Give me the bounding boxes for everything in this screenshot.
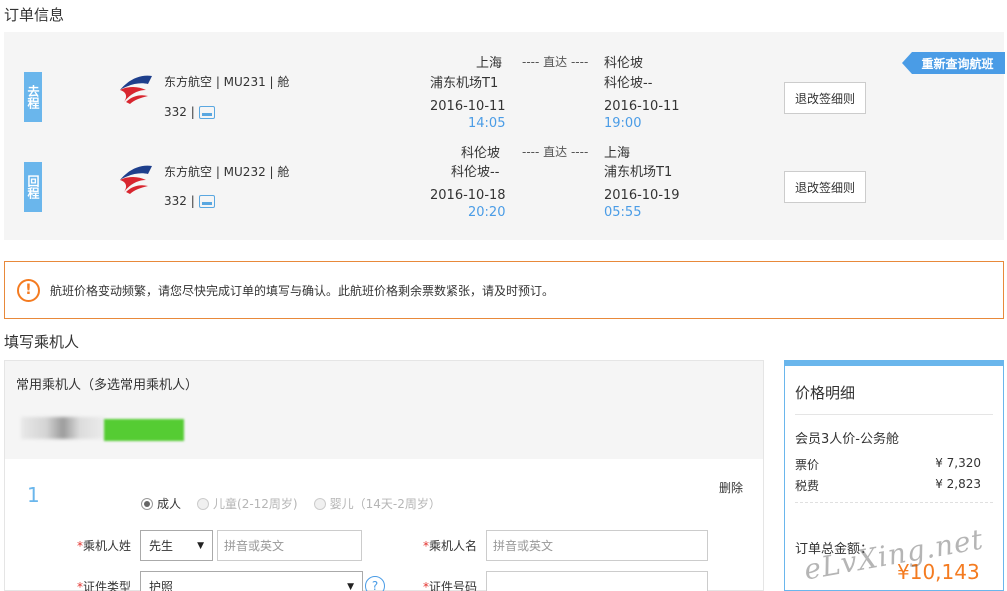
outbound-from-airport: 浦东机场T1: [430, 76, 499, 91]
tax-label: 税费: [795, 479, 820, 493]
outbound-aircraft-model: 332 |: [164, 105, 195, 119]
radio-dot[interactable]: [313, 497, 326, 510]
doc-number-label: *证件号码: [423, 578, 477, 591]
title-select-value: 先生: [149, 539, 174, 553]
surname-placeholder: 拼音或英文: [224, 539, 285, 553]
passenger-type-group: 成人 儿童(2-12周岁) 婴儿（14天-2周岁）: [141, 495, 441, 512]
divider: [795, 502, 993, 503]
type-infant-label: 婴儿（14天-2周岁）: [329, 497, 441, 511]
triangle-down-icon: ▼: [347, 581, 354, 591]
outbound-arrive-date: 2016-10-11: [604, 99, 680, 114]
outbound-to-city: 科伦坡: [604, 56, 644, 71]
exclamation-circle-icon: !: [17, 278, 40, 302]
type-adult-label: 成人: [157, 497, 182, 511]
doc-number-input[interactable]: [486, 571, 708, 591]
surname-input[interactable]: 拼音或英文: [217, 530, 362, 561]
price-title: 价格明细: [795, 384, 856, 402]
china-eastern-logo: [120, 165, 152, 194]
outbound-tag: 去程: [24, 72, 42, 122]
divider: [795, 414, 993, 415]
given-name-placeholder: 拼音或英文: [493, 539, 554, 553]
given-name-label: *乘机人名: [423, 537, 477, 554]
fare-type: 会员3人价-公务舱: [795, 432, 899, 447]
outbound-depart-date: 2016-10-11: [430, 99, 506, 114]
fare-label: 票价: [795, 458, 820, 472]
return-arrive-date: 2016-10-19: [604, 188, 680, 203]
return-to-airport: 浦东机场T1: [604, 165, 673, 180]
outbound-from-city: 上海: [476, 56, 503, 71]
return-aircraft: 332 |: [164, 194, 215, 208]
passenger-index: 1: [27, 483, 40, 507]
passenger-panel: 常用乘机人（多选常用乘机人） 1 删除 成人 儿童(2-12周岁) 婴儿（14天…: [4, 360, 764, 591]
type-child-label: 儿童(2-12周岁): [213, 497, 298, 511]
return-from-city: 科伦坡: [461, 146, 501, 161]
seat-icon: [198, 194, 215, 208]
given-name-input[interactable]: 拼音或英文: [486, 530, 708, 561]
fare-value: ¥ 7,320: [935, 456, 981, 470]
given-name-label-text: 乘机人名: [429, 539, 478, 553]
radio-dot[interactable]: [141, 497, 153, 510]
radio-dot[interactable]: [197, 497, 210, 510]
return-to-city: 上海: [604, 146, 631, 161]
outbound-arrive-time: 19:00: [604, 116, 642, 131]
outbound-to-airport: 科伦坡--: [604, 76, 653, 91]
price-warning: ! 航班价格变动频繁，请您尽快完成订单的填写与确认。此航班价格剩余票数紧张，请及…: [4, 261, 1004, 319]
outbound-direct: ---- 直达 ----: [522, 55, 589, 69]
price-detail-panel: 价格明细 会员3人价-公务舱 票价 ¥ 7,320 税费 ¥ 2,823 订单总…: [784, 360, 1004, 591]
warning-text: 航班价格变动频繁，请您尽快完成订单的填写与确认。此航班价格剩余票数紧张，请及时预…: [50, 283, 555, 298]
frequent-passengers-title: 常用乘机人（多选常用乘机人）: [16, 378, 199, 393]
doc-number-label-text: 证件号码: [429, 580, 478, 591]
outbound-airline: 东方航空 | MU231 | 舱: [164, 75, 290, 89]
return-rules-button[interactable]: 退改签细则: [784, 171, 866, 203]
requery-flights-button[interactable]: 重新查询航班: [902, 52, 1005, 74]
seat-icon: [198, 105, 215, 119]
outbound-depart-time: 14:05: [468, 116, 506, 131]
return-depart-time: 20:20: [468, 205, 506, 220]
frequent-passenger-chip[interactable]: [21, 417, 105, 439]
return-depart-date: 2016-10-18: [430, 188, 506, 203]
china-eastern-logo: [120, 75, 152, 104]
doc-type-select[interactable]: 护照 ▼: [140, 571, 363, 591]
fare-row: 票价 ¥ 7,320: [795, 456, 981, 473]
type-adult-radio[interactable]: 成人: [141, 495, 181, 512]
return-direct: ---- 直达 ----: [522, 145, 589, 159]
frequent-passenger-selected[interactable]: [104, 419, 184, 441]
outbound-rules-button[interactable]: 退改签细则: [784, 82, 866, 114]
passenger-section-title: 填写乘机人: [4, 333, 80, 351]
title-select[interactable]: 先生 ▼: [140, 530, 213, 561]
tax-row: 税费 ¥ 2,823: [795, 477, 981, 494]
return-from-airport: 科伦坡--: [451, 165, 500, 180]
order-info-title: 订单信息: [4, 6, 65, 24]
doc-type-select-value: 护照: [149, 580, 174, 591]
tax-value: ¥ 2,823: [935, 477, 981, 491]
return-tag: 回程: [24, 162, 42, 212]
doc-type-label-text: 证件类型: [83, 580, 132, 591]
type-infant-radio[interactable]: 婴儿（14天-2周岁）: [313, 495, 441, 512]
surname-label-text: 乘机人姓: [83, 539, 132, 553]
triangle-down-icon: ▼: [197, 540, 204, 551]
surname-label: *乘机人姓: [77, 537, 131, 554]
delete-passenger-button[interactable]: 删除: [719, 479, 743, 496]
doc-type-label: *证件类型: [77, 578, 131, 591]
question-circle-icon[interactable]: ?: [365, 576, 385, 591]
frequent-passengers: 常用乘机人（多选常用乘机人）: [5, 361, 763, 459]
type-child-radio[interactable]: 儿童(2-12周岁): [197, 495, 298, 512]
return-airline: 东方航空 | MU232 | 舱: [164, 165, 290, 179]
order-panel: 去程 东方航空 | MU231 | 舱 332 | 上海 浦东机场T1 ----…: [4, 32, 1004, 240]
return-arrive-time: 05:55: [604, 205, 642, 220]
outbound-aircraft: 332 |: [164, 105, 215, 119]
return-aircraft-model: 332 |: [164, 194, 195, 208]
